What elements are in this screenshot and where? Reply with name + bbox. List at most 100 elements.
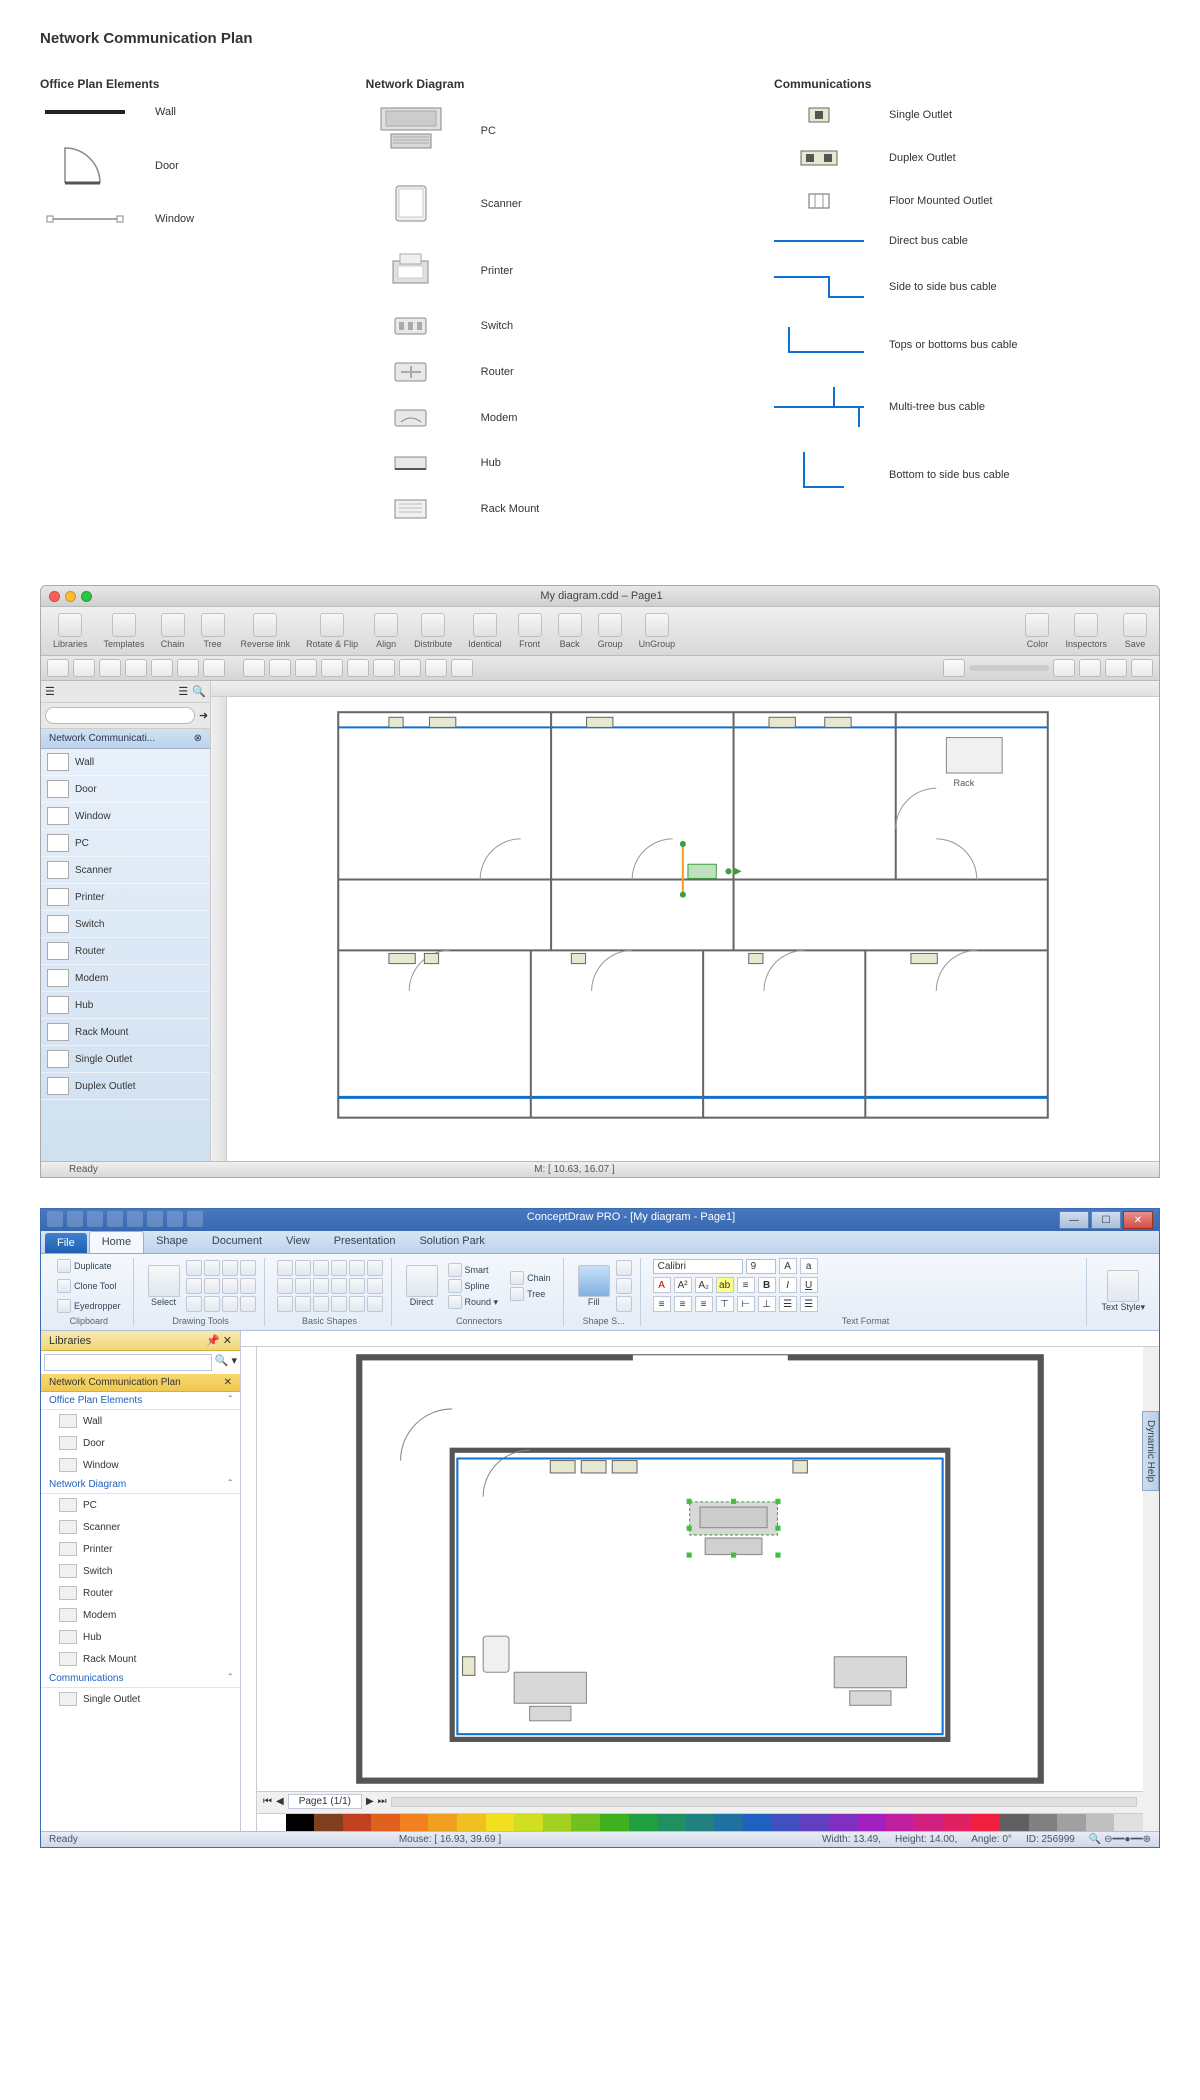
eyedropper-button[interactable]: Eyedropper bbox=[53, 1298, 125, 1314]
align-mid-icon[interactable]: ⊢ bbox=[737, 1296, 755, 1312]
toolbar-front[interactable]: Front bbox=[514, 611, 546, 651]
shape-icon[interactable] bbox=[349, 1278, 365, 1294]
font-size-select[interactable]: 9 bbox=[746, 1259, 776, 1274]
color-swatch[interactable] bbox=[257, 1814, 286, 1831]
library-search-input[interactable] bbox=[44, 1354, 212, 1371]
lib-item-pc[interactable]: PC bbox=[41, 830, 210, 857]
qat-icon[interactable] bbox=[167, 1211, 183, 1227]
tool-btn[interactable] bbox=[425, 659, 447, 677]
search-icon[interactable]: 🔍 bbox=[215, 1354, 229, 1371]
toggle-icon[interactable]: ☰ bbox=[45, 685, 55, 698]
lib-item-scanner[interactable]: Scanner bbox=[41, 857, 210, 884]
lib-item-scanner[interactable]: Scanner bbox=[41, 1516, 240, 1538]
shape-icon[interactable] bbox=[313, 1278, 329, 1294]
tool-icon[interactable] bbox=[186, 1260, 202, 1276]
tool-btn[interactable] bbox=[295, 659, 317, 677]
lib-item-modem[interactable]: Modem bbox=[41, 1604, 240, 1626]
round-button[interactable]: Round ▾ bbox=[444, 1294, 503, 1310]
zoom-icon[interactable] bbox=[81, 591, 92, 602]
shape-icon[interactable] bbox=[295, 1278, 311, 1294]
tool-btn[interactable] bbox=[177, 659, 199, 677]
minimize-icon[interactable] bbox=[65, 591, 76, 602]
search-icon[interactable]: 🔍 bbox=[192, 685, 206, 698]
highlight-icon[interactable]: ab bbox=[716, 1277, 734, 1293]
color-swatch[interactable] bbox=[829, 1814, 858, 1831]
lib-item-rack-mount[interactable]: Rack Mount bbox=[41, 1019, 210, 1046]
tool-btn[interactable] bbox=[73, 659, 95, 677]
tab-home[interactable]: Home bbox=[89, 1231, 144, 1253]
color-swatch[interactable] bbox=[686, 1814, 715, 1831]
tool-btn[interactable] bbox=[1131, 659, 1153, 677]
tool-btn[interactable] bbox=[203, 659, 225, 677]
color-swatch[interactable] bbox=[286, 1814, 315, 1831]
align-icon[interactable]: ≡ bbox=[737, 1277, 755, 1293]
lib-item-door[interactable]: Door bbox=[41, 1432, 240, 1454]
close-lib-icon[interactable]: ⊗ bbox=[194, 733, 202, 744]
direct-button[interactable]: Direct bbox=[404, 1263, 440, 1309]
lib-group-office-plan-elements[interactable]: Office Plan Elementsˆ bbox=[41, 1392, 240, 1410]
drawing-area[interactable]: Rack bbox=[227, 697, 1159, 1143]
maximize-button[interactable]: ☐ bbox=[1091, 1211, 1121, 1229]
chain-button[interactable]: Chain bbox=[506, 1270, 555, 1286]
toolbar-inspectors[interactable]: Inspectors bbox=[1061, 611, 1111, 651]
shape-icon[interactable] bbox=[367, 1278, 383, 1294]
lib-item-window[interactable]: Window bbox=[41, 803, 210, 830]
toolbar-rotate-&-flip[interactable]: Rotate & Flip bbox=[302, 611, 362, 651]
lib-group-network-diagram[interactable]: Network Diagramˆ bbox=[41, 1476, 240, 1494]
align-right-icon[interactable]: ≡ bbox=[695, 1296, 713, 1312]
shape-icon[interactable] bbox=[367, 1296, 383, 1312]
tool-btn[interactable] bbox=[125, 659, 147, 677]
close-panel-icon[interactable]: ✕ bbox=[223, 1334, 232, 1347]
tool-icon[interactable] bbox=[186, 1278, 202, 1294]
close-lib-icon[interactable]: ✕ bbox=[224, 1377, 232, 1388]
lib-item-wall[interactable]: Wall bbox=[41, 1410, 240, 1432]
color-swatch[interactable] bbox=[743, 1814, 772, 1831]
color-swatch[interactable] bbox=[657, 1814, 686, 1831]
color-swatch[interactable] bbox=[514, 1814, 543, 1831]
go-icon[interactable]: ➜ bbox=[199, 709, 208, 722]
tool-btn[interactable] bbox=[347, 659, 369, 677]
toolbar-chain[interactable]: Chain bbox=[157, 611, 189, 651]
tool-btn[interactable] bbox=[47, 659, 69, 677]
tab-view[interactable]: View bbox=[274, 1231, 322, 1253]
toolbar-align[interactable]: Align bbox=[370, 611, 402, 651]
lib-item-router[interactable]: Router bbox=[41, 1582, 240, 1604]
list-icon[interactable]: ☰ bbox=[800, 1296, 818, 1312]
list-icon[interactable]: ☰ bbox=[178, 685, 188, 698]
shape-icon[interactable] bbox=[295, 1296, 311, 1312]
nav-next-icon[interactable]: ▶ bbox=[366, 1796, 374, 1807]
shape-icon[interactable] bbox=[313, 1296, 329, 1312]
toolbar-save[interactable]: Save bbox=[1119, 611, 1151, 651]
color-swatch[interactable] bbox=[800, 1814, 829, 1831]
toolbar-color[interactable]: Color bbox=[1021, 611, 1053, 651]
spline-button[interactable]: Spline bbox=[444, 1278, 503, 1294]
qat-icon[interactable] bbox=[127, 1211, 143, 1227]
qat-redo-icon[interactable] bbox=[107, 1211, 123, 1227]
color-swatch[interactable] bbox=[971, 1814, 1000, 1831]
lib-item-wall[interactable]: Wall bbox=[41, 749, 210, 776]
tool-btn[interactable] bbox=[1105, 659, 1127, 677]
align-bot-icon[interactable]: ⊥ bbox=[758, 1296, 776, 1312]
color-swatch[interactable] bbox=[371, 1814, 400, 1831]
win-canvas[interactable]: Dynamic Help ⏮ ◀ Page1 (1/1) ▶ ⏭ bbox=[241, 1331, 1159, 1831]
tool-btn[interactable] bbox=[451, 659, 473, 677]
style-icon[interactable] bbox=[616, 1260, 632, 1276]
align-center-icon[interactable]: ≡ bbox=[674, 1296, 692, 1312]
tool-icon[interactable] bbox=[222, 1260, 238, 1276]
font-color-icon[interactable]: A bbox=[653, 1277, 671, 1293]
tool-btn[interactable] bbox=[269, 659, 291, 677]
toolbar-templates[interactable]: Templates bbox=[100, 611, 149, 651]
tree-button[interactable]: Tree bbox=[506, 1286, 555, 1302]
toolbar-distribute[interactable]: Distribute bbox=[410, 611, 456, 651]
lib-item-window[interactable]: Window bbox=[41, 1454, 240, 1476]
tab-shape[interactable]: Shape bbox=[144, 1231, 200, 1253]
tab-solution-park[interactable]: Solution Park bbox=[407, 1231, 496, 1253]
tool-btn[interactable] bbox=[373, 659, 395, 677]
mac-canvas[interactable]: Rack bbox=[211, 681, 1159, 1161]
color-swatch[interactable] bbox=[886, 1814, 915, 1831]
color-swatch[interactable] bbox=[428, 1814, 457, 1831]
lib-item-single-outlet[interactable]: Single Outlet bbox=[41, 1688, 240, 1710]
qat-undo-icon[interactable] bbox=[87, 1211, 103, 1227]
text-style-button[interactable]: Text Style▾ bbox=[1099, 1268, 1147, 1315]
color-swatch[interactable] bbox=[543, 1814, 572, 1831]
